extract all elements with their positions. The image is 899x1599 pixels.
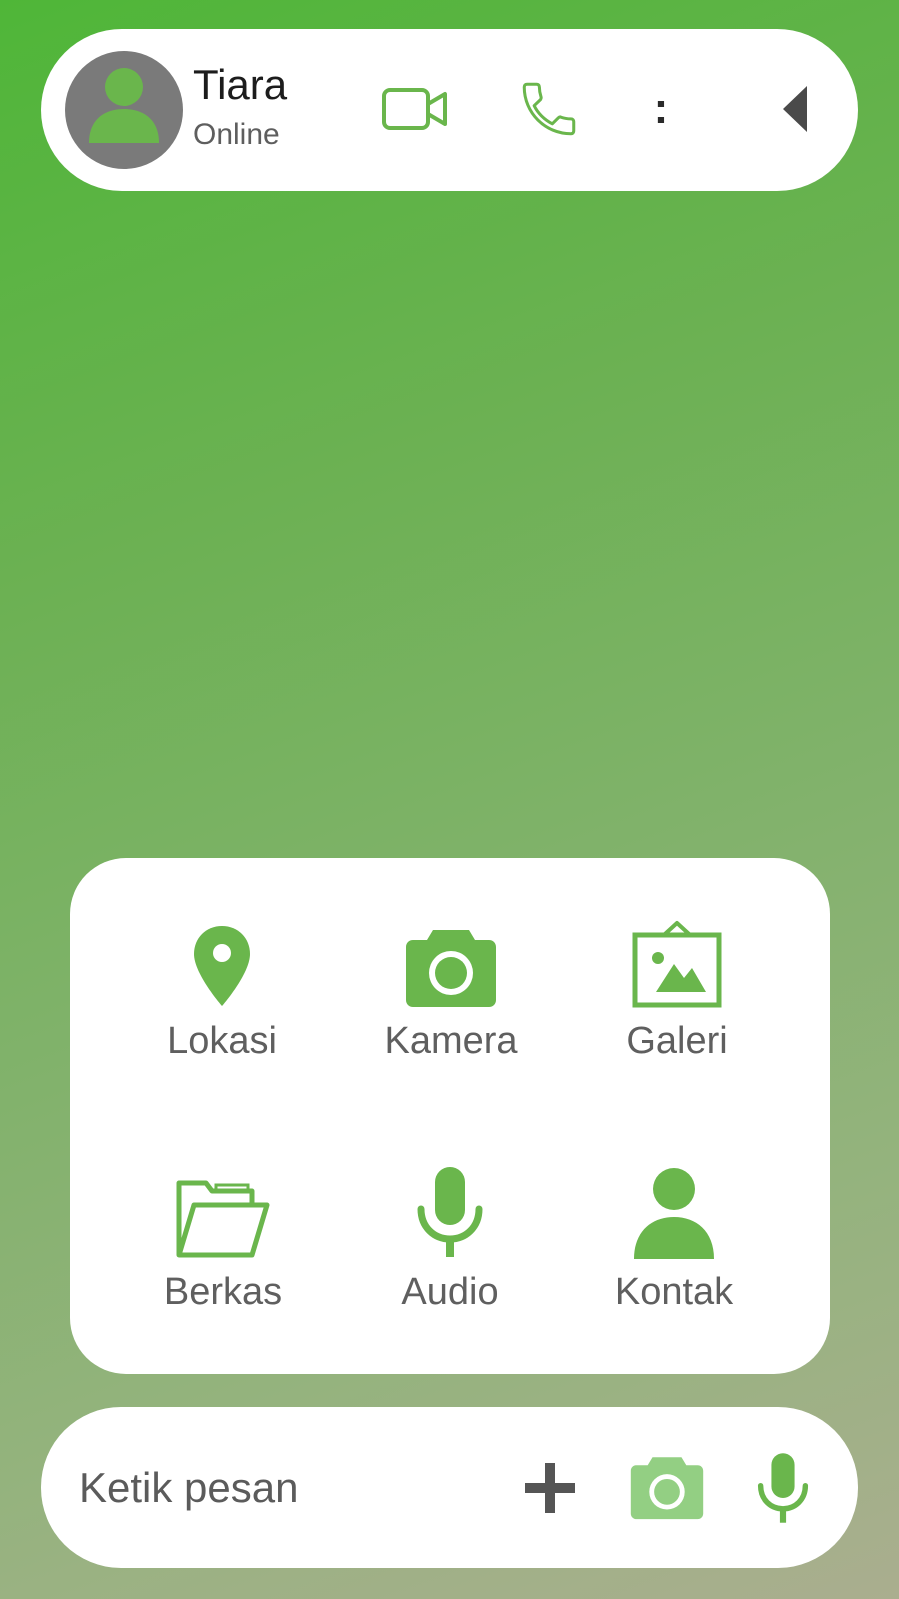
folder-icon [176,1180,270,1258]
attach-label: Lokasi [167,1020,277,1062]
attach-label: Kontak [614,1271,734,1313]
video-call-icon [382,88,447,130]
gallery-icon [632,921,722,1008]
attach-gallery-button[interactable]: Galeri [577,916,777,1076]
voice-call-button[interactable] [514,73,584,145]
message-composer [41,1407,858,1568]
message-input[interactable] [79,1455,479,1521]
back-triangle-icon [783,86,807,132]
attach-audio-button[interactable]: Audio [350,1167,550,1327]
attach-file-button[interactable]: Berkas [123,1167,323,1327]
video-call-button[interactable] [381,79,449,139]
voice-message-button[interactable] [753,1447,813,1529]
camera-button[interactable] [627,1451,707,1523]
microphone-icon [757,1453,809,1523]
microphone-icon [417,1167,483,1257]
contact-person-icon [634,1168,714,1259]
chat-header: Tiara Online : [41,29,858,191]
more-vertical-icon: : [653,84,669,133]
avatar[interactable] [65,51,183,169]
attach-button[interactable] [517,1455,583,1521]
contact-status: Online [193,118,280,151]
more-options-button[interactable]: : [641,79,681,139]
attach-camera-button[interactable]: Kamera [351,916,551,1076]
location-pin-icon [194,926,250,1006]
attach-label: Audio [401,1271,499,1313]
camera-icon [630,1457,704,1520]
contact-name[interactable]: Tiara [193,59,287,111]
attachment-panel: Lokasi Kamera Galeri Berkas Audio Kontak [70,858,830,1374]
camera-icon [406,930,496,1007]
plus-icon [525,1463,575,1513]
attach-label: Berkas [163,1271,283,1313]
attach-label: Galeri [626,1020,728,1062]
attach-contact-button[interactable]: Kontak [574,1167,774,1327]
attach-label: Kamera [384,1020,518,1062]
person-icon [89,68,159,143]
attach-location-button[interactable]: Lokasi [122,916,322,1076]
back-button[interactable] [771,79,821,139]
phone-icon [522,82,576,136]
